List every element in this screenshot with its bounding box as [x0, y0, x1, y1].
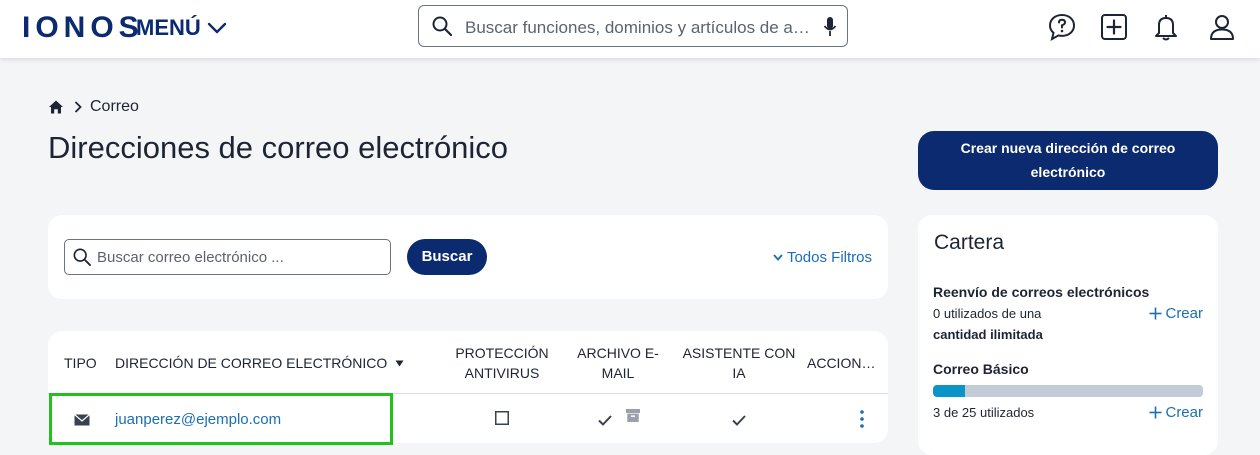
- column-header-acciones: ACCION…: [807, 355, 876, 371]
- ionos-logo[interactable]: IONOS: [22, 11, 144, 45]
- basic-mail-create-label: Crear: [1165, 404, 1203, 421]
- chevron-right-icon: [74, 101, 82, 113]
- column-header-asistente-line1: ASISTENTE CON: [682, 345, 796, 361]
- antivirus-checkbox[interactable]: [495, 411, 509, 425]
- search-button[interactable]: Buscar: [407, 239, 487, 275]
- all-filters-label: Todos Filtros: [786, 249, 872, 266]
- top-header: IONOS MENÚ Buscar funciones, dominios y …: [0, 0, 1260, 58]
- forwarding-label: Reenvío de correos electrónicos: [933, 284, 1150, 300]
- chevron-down-icon: [207, 22, 226, 34]
- help-chat-icon[interactable]: [1047, 12, 1077, 42]
- basic-mail-progress-bar: [933, 385, 1203, 397]
- basic-mail-create-link[interactable]: Crear: [1149, 404, 1203, 421]
- column-header-asistente-line2: IA: [732, 365, 746, 381]
- column-header-direccion-label: DIRECCIÓN DE CORREO ELECTRÓNICO: [115, 355, 388, 371]
- portfolio-card: Cartera Reenvío de correos electrónicos …: [918, 215, 1218, 455]
- column-header-proteccion: PROTECCIÓN ANTIVIRUS: [442, 343, 562, 383]
- basic-mail-label: Correo Básico: [933, 361, 1029, 377]
- check-icon: [598, 415, 612, 426]
- create-email-button[interactable]: Crear nueva dirección de correo electrón…: [918, 131, 1218, 190]
- column-header-proteccion-line2: ANTIVIRUS: [464, 365, 540, 381]
- page-title: Direcciones de correo electrónico: [48, 130, 509, 165]
- menu-button[interactable]: MENÚ: [136, 15, 227, 41]
- basic-mail-progress-fill: [933, 385, 966, 397]
- column-header-archivo-line1: ARCHIVO E-: [577, 345, 659, 361]
- column-header-direccion[interactable]: DIRECCIÓN DE CORREO ELECTRÓNICO: [115, 353, 404, 373]
- home-icon[interactable]: [48, 99, 64, 115]
- search-icon: [73, 248, 91, 266]
- column-header-archivo-line2: MAIL: [601, 365, 635, 381]
- global-search-placeholder: Buscar funciones, dominios y artículos d…: [465, 18, 811, 37]
- more-actions-icon[interactable]: [860, 410, 864, 428]
- email-table: TIPO DIRECCIÓN DE CORREO ELECTRÓNICO PRO…: [48, 331, 888, 445]
- forwarding-create-label: Crear: [1165, 305, 1203, 322]
- user-icon[interactable]: [1207, 12, 1237, 42]
- breadcrumb: Correo: [48, 98, 139, 116]
- all-filters-link[interactable]: Todos Filtros: [773, 249, 872, 266]
- bell-icon[interactable]: [1151, 12, 1181, 42]
- portfolio-title: Cartera: [934, 231, 1005, 254]
- check-icon: [732, 415, 746, 426]
- menu-label: MENÚ: [136, 15, 201, 40]
- basic-mail-usage: 3 de 25 utilizados: [933, 405, 1035, 420]
- column-header-asistente: ASISTENTE CON IA: [679, 343, 799, 383]
- global-search-input[interactable]: Buscar funciones, dominios y artículos d…: [418, 5, 848, 47]
- add-icon[interactable]: [1099, 12, 1129, 42]
- plus-icon: [1149, 307, 1162, 320]
- filter-card: Buscar correo electrónico ... Buscar Tod…: [48, 215, 888, 299]
- search-icon: [432, 16, 452, 36]
- archive-box-icon[interactable]: [626, 409, 640, 422]
- sort-down-icon: [395, 360, 404, 366]
- email-search-input[interactable]: Buscar correo electrónico ...: [64, 239, 391, 275]
- envelope-icon: [74, 414, 90, 426]
- chevron-down-icon: [773, 254, 783, 261]
- forwarding-create-link[interactable]: Crear: [1149, 305, 1203, 322]
- email-search-placeholder: Buscar correo electrónico ...: [97, 249, 284, 266]
- column-header-tipo: TIPO: [64, 355, 97, 371]
- forwarding-usage-line2: cantidad ilimitada: [933, 327, 1043, 342]
- column-header-proteccion-line1: PROTECCIÓN: [455, 345, 549, 361]
- email-address-link[interactable]: juanperez@ejemplo.com: [115, 411, 281, 428]
- forwarding-usage-line1: 0 utilizados de una: [933, 306, 1042, 321]
- column-header-archivo: ARCHIVO E- MAIL: [568, 343, 668, 383]
- plus-icon: [1149, 406, 1162, 419]
- breadcrumb-current[interactable]: Correo: [90, 98, 139, 116]
- microphone-icon[interactable]: [823, 16, 837, 38]
